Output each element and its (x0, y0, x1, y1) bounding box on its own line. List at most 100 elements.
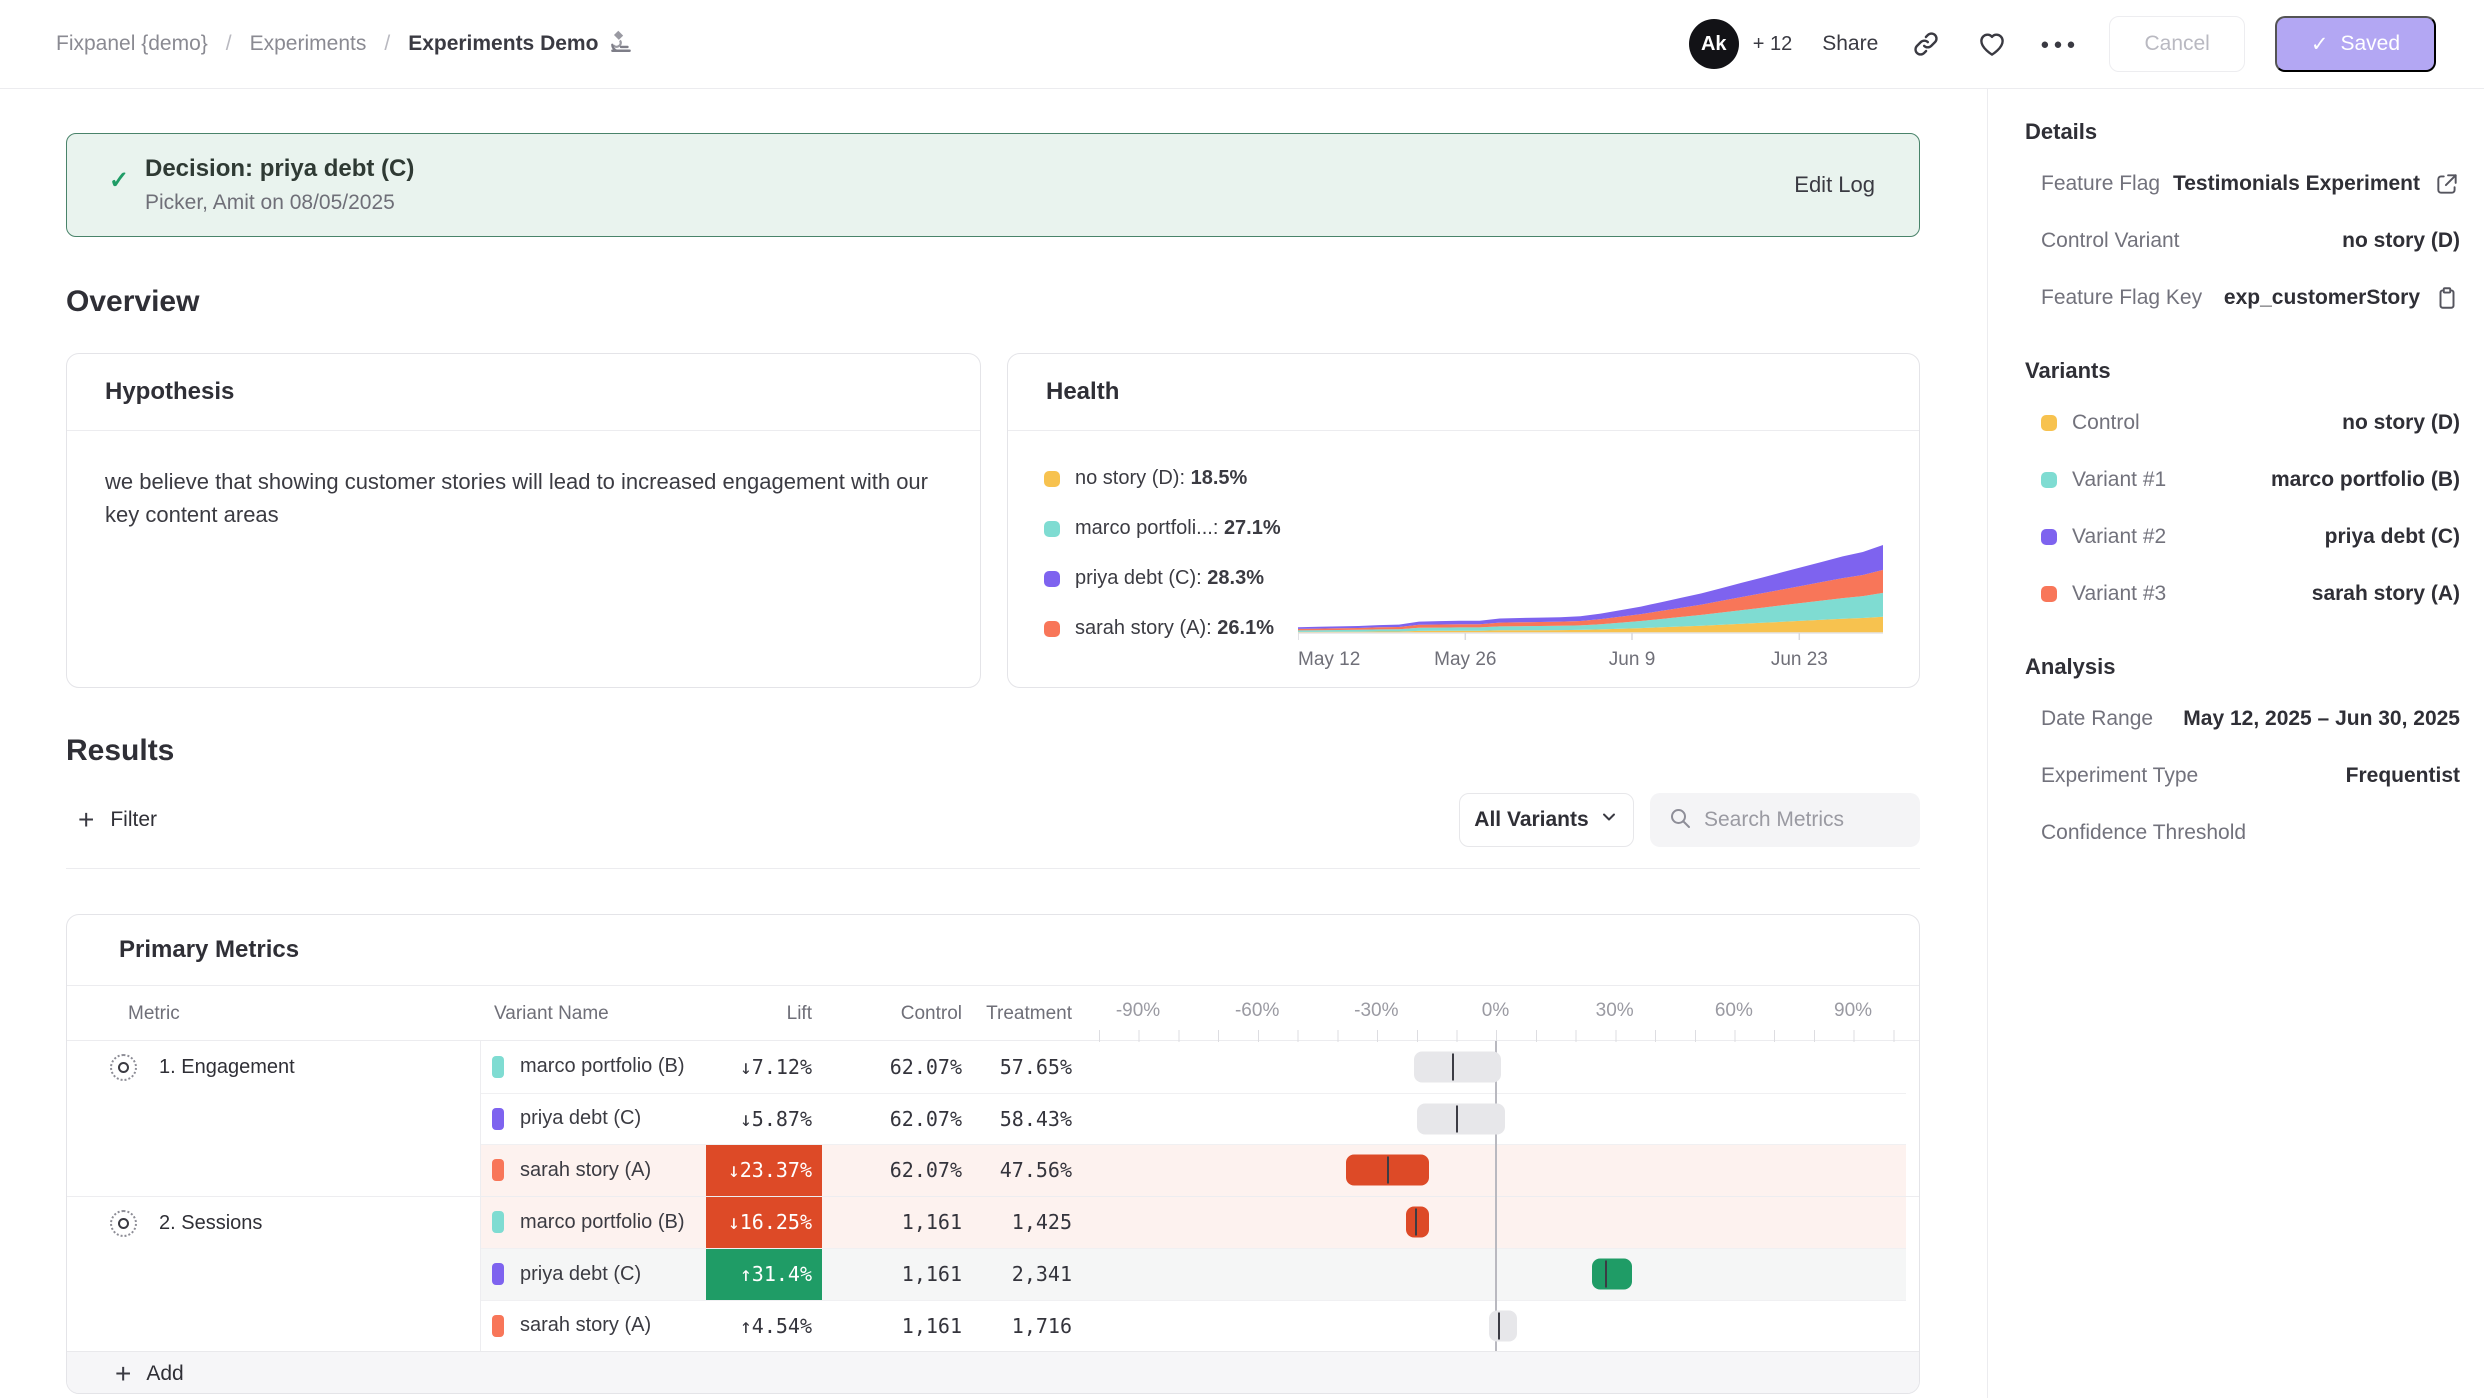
search-input[interactable] (1704, 808, 1902, 832)
table-row[interactable]: priya debt (C)↑31.4%1,1612,341 (481, 1248, 1906, 1300)
column-header-lift: Lift (706, 1003, 822, 1025)
treatment-value: 58.43% (972, 1107, 1082, 1131)
lift-cell: ↓7.12% (706, 1041, 822, 1093)
top-bar: Fixpanel {demo} / Experiments / Experime… (0, 0, 2484, 89)
health-body: no story (D): 18.5% marco portfoli...: 27… (1008, 431, 1919, 689)
sidebar-row-value[interactable]: exp_customerStory (2224, 286, 2420, 310)
hypothesis-body: we believe that showing customer stories… (67, 431, 980, 565)
metrics-search[interactable] (1650, 793, 1920, 847)
metrics-table-header: Metric Variant Name Lift Control Treatme… (67, 985, 1919, 1041)
lift-axis-header: -90%-60%-30%0%30%60%90% (1082, 986, 1920, 1042)
health-legend-item: sarah story (A): 26.1% (1044, 617, 1298, 640)
column-header-treatment: Treatment (972, 1003, 1082, 1025)
legend-label: marco portfoli...: 27.1% (1075, 517, 1281, 540)
breadcrumb-project[interactable]: Fixpanel {demo} (56, 32, 208, 56)
control-value: 1,161 (822, 1210, 972, 1234)
avatar[interactable]: Ak (1689, 19, 1739, 69)
lift-value: ↓16.25% (728, 1210, 812, 1234)
confidence-interval-cell (1082, 1094, 1906, 1145)
health-card: Health no story (D): 18.5% marco portfoli… (1007, 353, 1920, 688)
breadcrumb-separator: / (384, 32, 390, 56)
column-header-metric: Metric (67, 1003, 481, 1025)
breadcrumb: Fixpanel {demo} / Experiments / Experime… (56, 28, 634, 60)
lift-cell: ↑31.4% (706, 1249, 822, 1300)
variant-cell: marco portfolio (B) (481, 1055, 706, 1078)
add-metric-row[interactable]: + Add (67, 1351, 1919, 1394)
sidebar-section-heading: Analysis (2025, 654, 2460, 680)
lift-value: ↓23.37% (728, 1158, 812, 1182)
external-link-icon[interactable] (2434, 171, 2460, 197)
lift-value: ↓5.87% (740, 1107, 812, 1131)
copy-link-icon[interactable] (1908, 26, 1944, 62)
add-filter-button[interactable]: + Filter (66, 806, 157, 834)
variant-color-chip (2041, 472, 2057, 488)
sidebar-row: Feature FlagTestimonials Experiment (2025, 155, 2460, 212)
sidebar-row-value: Frequentist (2346, 764, 2460, 788)
lift-value: ↓7.12% (740, 1055, 812, 1079)
sidebar-row: Confidence Threshold (2025, 804, 2460, 861)
health-legend: no story (D): 18.5% marco portfoli...: 27… (1044, 461, 1298, 673)
table-row[interactable]: priya debt (C)↓5.87%62.07%58.43% (481, 1093, 1906, 1145)
sidebar-section-heading: Details (2025, 119, 2460, 145)
table-row[interactable]: sarah story (A)↓23.37%62.07%47.56% (481, 1144, 1906, 1196)
sidebar-row-label: Feature Flag Key (2041, 286, 2202, 310)
overview-cards: Hypothesis we believe that showing custo… (66, 353, 1920, 688)
confidence-interval-mid-tick (1452, 1053, 1454, 1080)
variant-cell: sarah story (A) (481, 1159, 706, 1182)
treatment-value: 57.65% (972, 1055, 1082, 1079)
cancel-button[interactable]: Cancel (2109, 16, 2244, 72)
share-button[interactable]: Share (1822, 32, 1878, 56)
variant-name: marco portfolio (B) (520, 1211, 685, 1234)
hypothesis-title: Hypothesis (105, 378, 234, 406)
breadcrumb-experiments[interactable]: Experiments (250, 32, 367, 56)
sidebar-row: Experiment TypeFrequentist (2025, 747, 2460, 804)
favorite-heart-icon[interactable] (1974, 26, 2010, 62)
sidebar-section-details: Details Feature FlagTestimonials Experime… (2025, 119, 2460, 326)
table-row[interactable]: marco portfolio (B) ↓16.25% 1,1611,425 (481, 1197, 1906, 1249)
variant-cell: sarah story (A) (481, 1314, 706, 1337)
sidebar-row-value: marco portfolio (B) (2271, 468, 2460, 492)
sidebar-row: Controlno story (D) (2025, 394, 2460, 451)
variants-dropdown[interactable]: All Variants (1459, 793, 1634, 847)
breadcrumb-current[interactable]: Experiments Demo (408, 28, 634, 60)
check-icon: ✓ (2311, 32, 2329, 57)
sidebar-row: Date RangeMay 12, 2025 – Jun 30, 2025 (2025, 690, 2460, 747)
table-row[interactable]: sarah story (A)↑4.54%1,1611,716 (481, 1300, 1906, 1352)
sidebar-row-value[interactable]: Testimonials Experiment (2173, 172, 2420, 196)
variant-name: priya debt (C) (520, 1107, 641, 1130)
metric-target-icon-inner (118, 1062, 129, 1073)
edit-log-button[interactable]: Edit Log (1794, 134, 1875, 236)
confidence-interval-bar (1414, 1051, 1501, 1082)
column-header-variant: Variant Name (481, 1003, 706, 1025)
treatment-value: 1,425 (972, 1210, 1082, 1234)
results-heading: Results (66, 732, 1920, 770)
chart-x-label: May 12 (1298, 649, 1360, 671)
metric-cell[interactable]: 1. Engagement (67, 1041, 481, 1196)
health-legend-item: no story (D): 18.5% (1044, 467, 1298, 490)
more-options-button[interactable]: ●●● (2040, 36, 2079, 53)
metric-cell[interactable]: 2. Sessions (67, 1197, 481, 1352)
saved-button[interactable]: ✓ Saved (2275, 16, 2436, 72)
variant-color-chip (2041, 415, 2057, 431)
variant-cell: priya debt (C) (481, 1263, 706, 1286)
collaborators-count[interactable]: + 12 (1753, 33, 1792, 56)
metric-name: 1. Engagement (159, 1054, 295, 1081)
confidence-interval-mid-tick (1605, 1261, 1607, 1288)
primary-metrics-header: Primary Metrics (67, 915, 1919, 985)
metric-target-icon (110, 1210, 137, 1237)
chart-x-label: Jun 23 (1771, 649, 1828, 671)
health-card-header: Health (1008, 354, 1919, 431)
sidebar-row-value: sarah story (A) (2312, 582, 2460, 606)
clipboard-icon[interactable] (2434, 285, 2460, 311)
main-content: ✓ Decision: priya debt (C) Picker, Amit … (0, 89, 1987, 1398)
chart-x-label: Jun 9 (1609, 649, 1655, 671)
axis-tick-label: 60% (1715, 1000, 1753, 1022)
details-sidebar: Details Feature FlagTestimonials Experime… (1987, 89, 2484, 1398)
plus-icon: + (115, 1360, 131, 1388)
sidebar-row-label: Variant #3 (2072, 582, 2166, 606)
table-row[interactable]: marco portfolio (B)↓7.12%62.07%57.65% (481, 1041, 1906, 1093)
confidence-interval-mid-tick (1415, 1209, 1417, 1236)
metric-group: 1. Engagementmarco portfolio (B)↓7.12%62… (67, 1041, 1919, 1196)
metric-group: 2. Sessions marco portfolio (B) ↓16.25% 1,1… (67, 1196, 1919, 1352)
column-header-control: Control (822, 1003, 972, 1025)
